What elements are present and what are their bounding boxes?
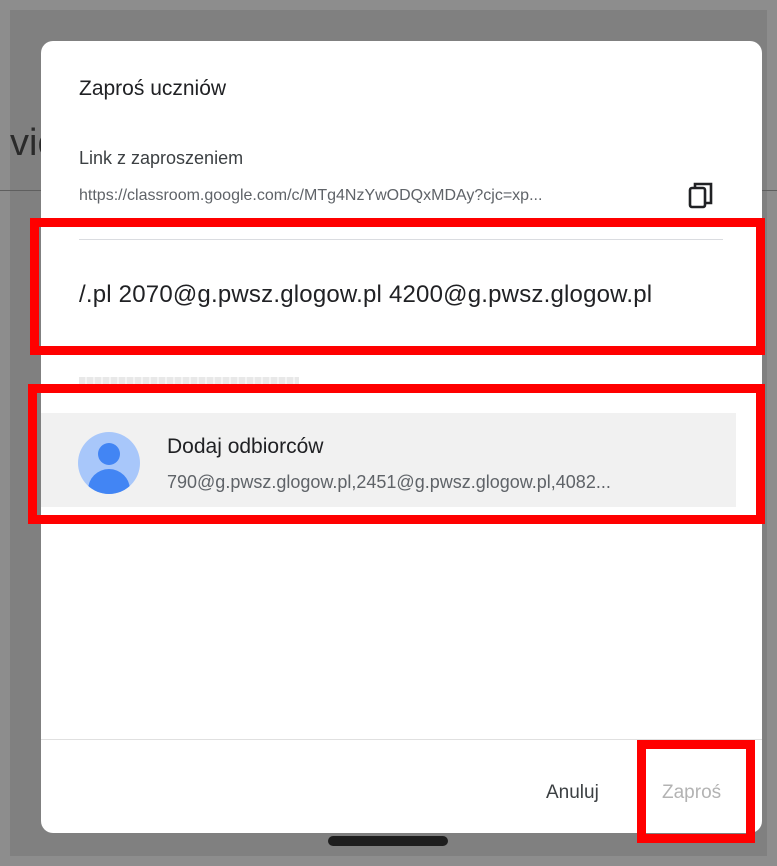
- highlight-box-invite-button: [637, 740, 755, 843]
- copy-link-button[interactable]: [687, 181, 715, 211]
- highlight-box-email-input: [30, 218, 765, 355]
- copy-icon[interactable]: [687, 181, 715, 211]
- highlight-box-suggestion: [28, 384, 765, 524]
- background-bar: [328, 836, 448, 846]
- invite-link-url[interactable]: https://classroom.google.com/c/MTg4NzYwO…: [79, 187, 663, 205]
- invite-link-label: Link z zaproszeniem: [79, 148, 244, 168]
- cancel-button[interactable]: Anuluj: [546, 782, 599, 804]
- dialog-title: Zaproś uczniów: [79, 77, 227, 100]
